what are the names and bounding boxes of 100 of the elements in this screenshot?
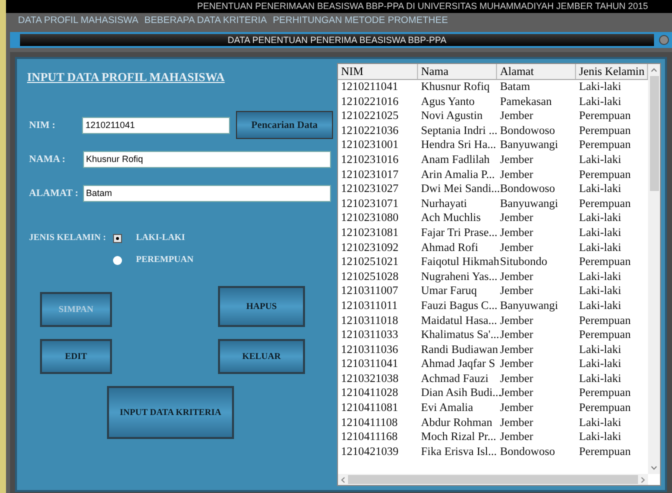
table-cell-text: Nugraheni Yas... [420, 270, 497, 284]
form-heading: INPUT DATA PROFIL MAHASISWA [27, 69, 225, 86]
column-header[interactable]: Alamat [497, 64, 576, 79]
close-icon[interactable] [659, 35, 669, 45]
field-label: NAMA : [28, 152, 66, 166]
scroll-down-icon[interactable] [651, 466, 657, 470]
table-cell-text: Fajar Tri Prase... [420, 226, 497, 241]
table-cell-text: Laki-laki [578, 298, 622, 314]
table-cell-text: Banyuwangi [499, 196, 560, 212]
scroll-right-icon[interactable] [641, 476, 645, 482]
table-cell-text: 1210231071 [340, 196, 400, 212]
table-cell-text: 1210251028 [340, 270, 400, 284]
table-cell-text: 1210311007 [340, 284, 400, 299]
menu-item[interactable]: BEBERAPA DATA KRITERIA [144, 14, 267, 29]
table-cell-text: Khusnur Rofiq [420, 80, 491, 95]
table-cell-text: Jember [499, 109, 534, 124]
table-cell-text: 1210211041 [340, 80, 400, 95]
table-cell-text: Laki-laki [578, 357, 622, 372]
table-cell-text: 1210231017 [340, 168, 400, 182]
table-cell-text: 1210411168 [340, 430, 399, 445]
input-field[interactable]: Khusnur Rofiq [83, 150, 331, 168]
scrollbar-thumb[interactable] [348, 475, 638, 484]
table-cell-text: Jember [499, 342, 534, 358]
table-cell-text: Arin Amalia P... [420, 168, 496, 182]
table-cell-text: Perempuan [578, 328, 632, 343]
table-cell-text: Laki-laki [578, 226, 622, 241]
table-cell-text: 1210221016 [340, 94, 400, 110]
table-cell-text: Situbondo [499, 255, 548, 270]
table-cell-text: Laki-laki [578, 80, 622, 95]
scrollbar-thumb[interactable] [650, 76, 658, 191]
action-button[interactable]: HAPUS [218, 286, 305, 327]
table-cell-text: Laki-laki [578, 211, 622, 226]
table-cell-text: Laki-laki [578, 342, 622, 358]
table-cell-text: 1210321038 [340, 372, 400, 386]
table-cell-text: Perempuan [578, 196, 632, 212]
scroll-left-icon[interactable] [341, 476, 345, 482]
table-cell-text: Laki-laki [578, 94, 622, 110]
radio-button[interactable] [113, 256, 122, 264]
table-cell-text: Laki-laki [578, 284, 622, 299]
table-cell-text: Laki-laki [578, 372, 622, 386]
table-cell-text: Jember [499, 314, 534, 328]
table-cell-text: Bondowoso [499, 182, 556, 197]
input-field[interactable]: Batam [83, 184, 331, 202]
table-cell-text: Achmad Fauzi [420, 372, 490, 386]
table-cell-text: Laki-laki [578, 182, 622, 197]
table-cell-text: Hendra Sri Ha... [420, 138, 497, 153]
horizontal-scrollbar[interactable] [338, 474, 648, 485]
table-cell-text: Jember [499, 168, 534, 182]
table-cell-text: 1210411028 [340, 386, 400, 402]
table-cell-text: Septania Indri ... [420, 124, 497, 138]
table-cell-text: Jember [499, 430, 534, 445]
menu-item[interactable]: DATA PROFIL MAHASISWA [18, 14, 138, 29]
table-cell-text: Laki-laki [578, 270, 622, 284]
table-cell-text: Novi Agustin [420, 109, 484, 124]
menu-item[interactable]: PERHITUNGAN METODE PROMETHEE [272, 14, 448, 29]
action-button[interactable]: EDIT [40, 339, 112, 374]
input-field[interactable]: 1210211041 [82, 116, 230, 134]
table-cell-text: 1210421039 [340, 444, 400, 460]
window-title: DATA PENENTUAN PENERIMA BEASISWA BBP-PPA [228, 36, 446, 44]
table-cell-text: Moch Rizal Pr... [420, 430, 497, 445]
scroll-up-icon[interactable] [651, 68, 657, 72]
table-cell-text: Evi Amalia [420, 401, 474, 416]
field-label: ALAMAT : [28, 186, 80, 200]
table-cell-text: 1210231092 [340, 240, 400, 256]
radio-label: PEREMPUAN [136, 253, 194, 266]
app-title: PENENTUAN PENERIMAAN BEASISWA BBP-PPA DI UNIVERSITAS MUHAMMADIYAH JEMBER TAHUN 2015 [197, 2, 648, 11]
table-cell-text: Laki-laki [578, 430, 622, 445]
table-cell-text: 1210231016 [340, 152, 400, 168]
table-cell-text: Khalimatus Sa'... [420, 328, 497, 343]
radio-label: LAKI-LAKI [136, 231, 186, 244]
table-cell-text: 1210311033 [340, 328, 400, 343]
table-cell-text: 1210231080 [340, 211, 400, 226]
column-header[interactable]: NIM [338, 64, 418, 79]
table-cell-text: Fauzi Bagus C... [420, 298, 497, 314]
table-cell-text: Bondowoso [499, 124, 556, 138]
table-cell-text: Jember [499, 357, 534, 372]
table-cell-text: Laki-laki [578, 152, 622, 168]
search-button[interactable]: Pencarian Data [236, 111, 333, 139]
table-cell-text: 1210311041 [340, 357, 400, 372]
table-cell-text: Dwi Mei Sandi... [420, 182, 497, 197]
table-cell-text: Ach Muchlis [420, 211, 482, 226]
table-cell-text: Batam [499, 80, 532, 95]
action-button[interactable]: INPUT DATA KRITERIA [107, 386, 234, 439]
table-cell-text: Laki-laki [578, 416, 622, 430]
table-cell-text: Perempuan [578, 314, 632, 328]
table-cell-text: 1210221025 [340, 109, 400, 124]
table-cell-text: Maidatul Hasa... [420, 314, 497, 328]
radio-button[interactable] [113, 234, 122, 242]
table-cell-text: 1210231081 [340, 226, 400, 241]
table-cell-text: Jember [499, 270, 534, 284]
table-cell-text: Umar Faruq [420, 284, 478, 299]
table-cell-text: Pamekasan [499, 94, 553, 110]
table-cell-text: Faiqotul Hikmah [420, 255, 497, 270]
table-cell-text: Perempuan [578, 138, 632, 153]
table-cell-text: Jember [499, 372, 534, 386]
column-header[interactable]: Nama [418, 64, 497, 79]
table-cell-text: 1210311011 [340, 298, 399, 314]
table-cell-text: 1210221036 [340, 124, 400, 138]
table-cell-text: Banyuwangi [499, 298, 560, 314]
action-button[interactable]: KELUAR [218, 339, 305, 374]
